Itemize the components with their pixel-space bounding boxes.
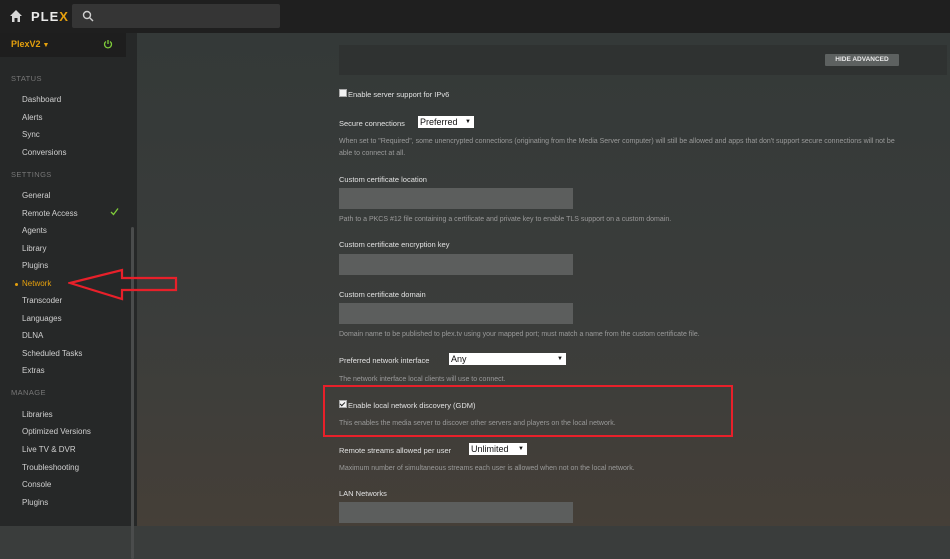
sidebar-item-dlna[interactable]: DLNA [22, 331, 43, 340]
sidebar-item-general[interactable]: General [22, 191, 50, 200]
active-indicator [15, 283, 18, 286]
sidebar-item-plugins-manage[interactable]: Plugins [22, 498, 48, 507]
cert-location-label: Custom certificate location [339, 175, 427, 184]
ipv6-label: Enable server support for IPv6 [348, 90, 450, 99]
remote-streams-value: Unlimited [471, 444, 509, 454]
chevron-down-icon: ▼ [557, 356, 563, 362]
cert-location-input[interactable] [339, 188, 573, 209]
search-input[interactable] [72, 4, 280, 28]
gdm-help: This enables the media server to discove… [339, 420, 616, 427]
section-manage: MANAGE [11, 388, 46, 397]
lan-networks-input[interactable] [339, 502, 573, 523]
check-icon [110, 208, 119, 216]
sidebar-item-remote-access[interactable]: Remote Access [22, 209, 78, 218]
cert-domain-help: Domain name to be published to plex.tv u… [339, 331, 700, 338]
remote-streams-select[interactable]: Unlimited ▼ [469, 443, 527, 455]
cert-key-input[interactable] [339, 254, 573, 275]
sidebar-item-library[interactable]: Library [22, 244, 46, 253]
sidebar-item-troubleshooting[interactable]: Troubleshooting [22, 463, 79, 472]
ipv6-checkbox[interactable] [339, 89, 347, 97]
remote-streams-help: Maximum number of simultaneous streams e… [339, 465, 635, 472]
sidebar-item-transcoder[interactable]: Transcoder [22, 296, 62, 305]
server-status-icon [103, 40, 113, 49]
gdm-checkbox[interactable] [339, 400, 347, 408]
settings-main [137, 33, 950, 526]
network-interface-label: Preferred network interface [339, 356, 430, 365]
sidebar-item-conversions[interactable]: Conversions [22, 148, 66, 157]
network-interface-value: Any [451, 354, 467, 364]
sidebar-item-network[interactable]: Network [22, 279, 51, 288]
chevron-down-icon: ▼ [518, 446, 524, 452]
sidebar-item-live-tv-dvr[interactable]: Live TV & DVR [22, 445, 76, 454]
sidebar-item-extras[interactable]: Extras [22, 366, 45, 375]
plex-logo[interactable]: PLEX [31, 9, 69, 24]
chevron-down-icon: ▼ [465, 119, 471, 125]
cert-key-label: Custom certificate encryption key [339, 240, 450, 249]
sidebar-item-scheduled-tasks[interactable]: Scheduled Tasks [22, 349, 82, 358]
caret-down-icon: ▼ [42, 42, 50, 49]
home-icon[interactable] [9, 9, 23, 23]
network-interface-select[interactable]: Any ▼ [449, 353, 566, 365]
cert-domain-input[interactable] [339, 303, 573, 324]
secure-connections-label: Secure connections [339, 119, 405, 128]
remote-streams-label: Remote streams allowed per user [339, 446, 452, 455]
hide-advanced-button[interactable]: HIDE ADVANCED [825, 54, 899, 66]
gdm-label: Enable local network discovery (GDM) [348, 401, 476, 410]
top-bar: PLEX [0, 0, 950, 33]
sidebar-item-languages[interactable]: Languages [22, 314, 62, 323]
secure-connections-help: When set to "Required", some unencrypted… [339, 138, 895, 157]
sidebar-item-optimized-versions[interactable]: Optimized Versions [22, 427, 91, 436]
cert-domain-label: Custom certificate domain [339, 290, 426, 299]
sidebar-item-plugins[interactable]: Plugins [22, 261, 48, 270]
search-icon [82, 10, 94, 22]
cert-location-help: Path to a PKCS #12 file containing a cer… [339, 216, 672, 223]
secure-connections-select[interactable]: Preferred ▼ [418, 116, 474, 128]
sidebar-item-sync[interactable]: Sync [22, 130, 40, 139]
lan-networks-label: LAN Networks [339, 489, 387, 498]
section-settings: SETTINGS [11, 170, 52, 179]
server-name: PlexV2 [11, 39, 41, 49]
sidebar-item-console[interactable]: Console [22, 480, 51, 489]
section-status: STATUS [11, 74, 42, 83]
sidebar-item-agents[interactable]: Agents [22, 226, 47, 235]
server-selector[interactable]: PlexV2 ▼ [0, 33, 126, 57]
sidebar-item-alerts[interactable]: Alerts [22, 113, 42, 122]
sidebar-item-dashboard[interactable]: Dashboard [22, 95, 61, 104]
annotation-arrow-icon [68, 268, 178, 301]
secure-connections-value: Preferred [420, 117, 458, 127]
sidebar-item-libraries[interactable]: Libraries [22, 410, 53, 419]
